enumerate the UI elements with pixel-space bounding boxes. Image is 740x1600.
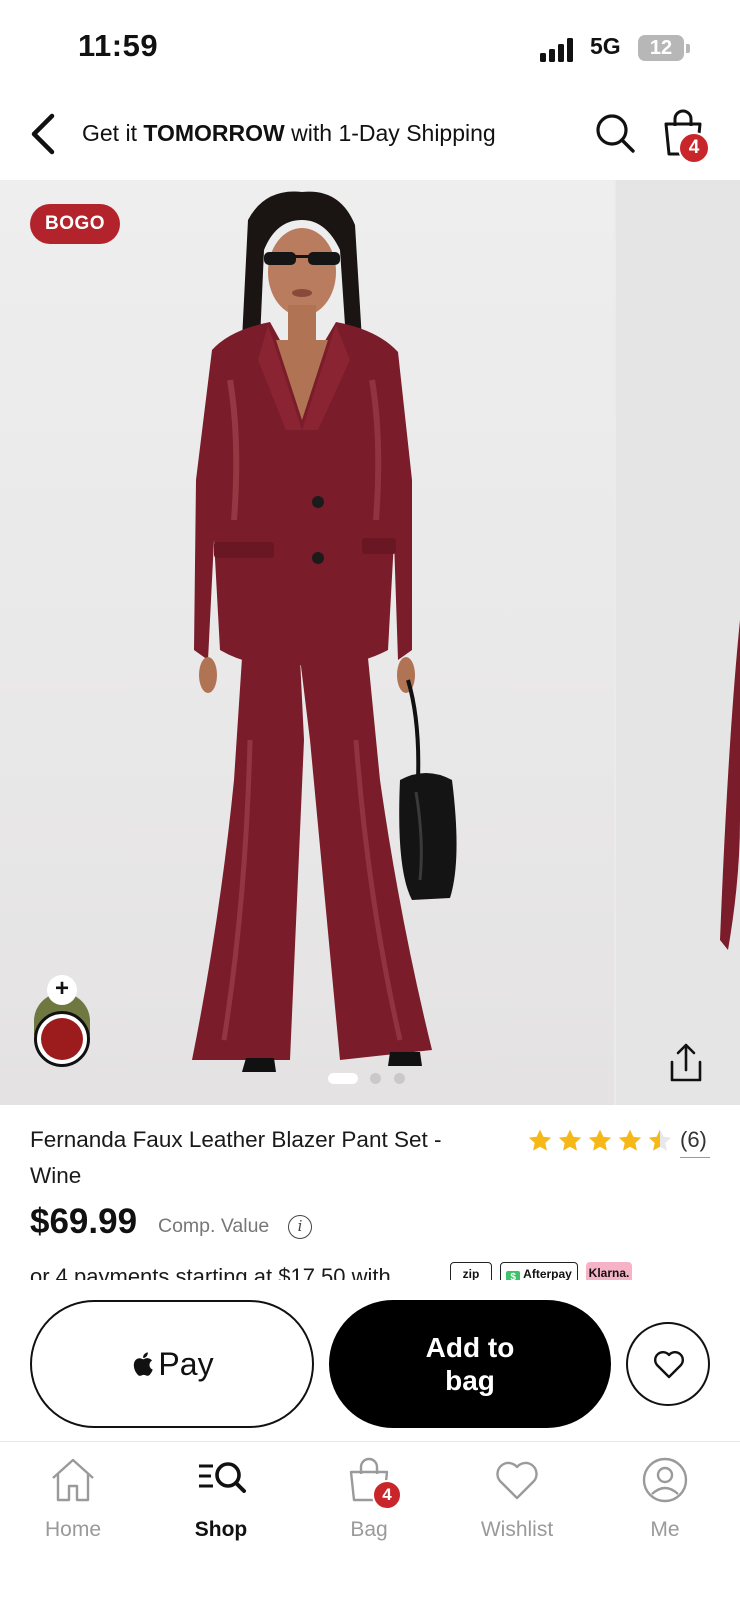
cellular-signal-icon xyxy=(540,38,580,62)
more-colors-plus-icon[interactable]: + xyxy=(47,975,77,1005)
tab-label-bag: Bag xyxy=(350,1518,388,1541)
zip-logo[interactable]: zip xyxy=(450,1262,492,1280)
shipping-prefix: Get it xyxy=(82,120,144,146)
tab-label-home: Home xyxy=(44,1518,102,1541)
bogo-badge: BOGO xyxy=(30,204,121,244)
star-full-icon xyxy=(558,1129,582,1151)
color-swatches: + xyxy=(30,975,94,1075)
back-arrow-icon[interactable] xyxy=(28,112,62,156)
review-count-underline xyxy=(680,1157,710,1158)
carousel-dot-1[interactable] xyxy=(328,1073,358,1084)
shipping-emphasis: TOMORROW xyxy=(143,120,285,146)
heart-icon xyxy=(496,1461,538,1500)
bag-count-badge: 4 xyxy=(678,132,710,164)
star-full-icon xyxy=(528,1129,552,1151)
product-price: $69.99 xyxy=(30,1202,138,1241)
product-page: 11:59 5G 12 Get it TOMORROW with 1-Day S… xyxy=(0,0,740,1600)
tab-wishlist[interactable]: Wishlist xyxy=(457,1456,577,1556)
product-image-next-peek[interactable] xyxy=(616,180,740,1105)
product-title: Fernanda Faux Leather Blazer Pant Set - … xyxy=(30,1127,442,1188)
product-image-gallery[interactable]: BOGO + xyxy=(0,180,740,1105)
heart-outline-icon xyxy=(654,1351,684,1379)
apple-pay-label: Pay xyxy=(158,1345,214,1382)
add-to-wishlist-button[interactable] xyxy=(626,1322,710,1406)
installment-payments-row[interactable]: or 4 payments starting at $17.50 with zi… xyxy=(0,1252,740,1280)
klarna-logo[interactable]: Klarna. xyxy=(586,1262,632,1280)
tab-bag[interactable]: Bag xyxy=(309,1456,429,1556)
add-to-bag-label: Add to bag xyxy=(425,1332,515,1396)
tab-shop[interactable]: Shop xyxy=(161,1456,281,1556)
afterpay-logo[interactable]: $ Afterpay xyxy=(500,1262,578,1280)
home-icon xyxy=(52,1458,94,1502)
apple-logo-icon xyxy=(134,1352,154,1376)
apple-pay-button[interactable]: Pay xyxy=(30,1300,314,1428)
add-to-bag-button[interactable]: Add to bag xyxy=(329,1300,611,1428)
status-time: 11:59 xyxy=(78,28,159,63)
installment-text: or 4 payments starting at $17.50 with xyxy=(30,1264,391,1280)
comp-value-label: Comp. Value xyxy=(158,1215,270,1237)
tab-me[interactable]: Me xyxy=(605,1456,725,1556)
afterpay-label: Afterpay xyxy=(523,1267,572,1280)
review-count[interactable]: (6) xyxy=(680,1127,707,1153)
carousel-dot-2[interactable] xyxy=(370,1073,381,1084)
model-photo xyxy=(192,191,457,1072)
status-bar: 11:59 5G 12 xyxy=(0,0,740,92)
info-icon[interactable]: i xyxy=(288,1215,312,1239)
tab-bag-count-badge: 4 xyxy=(372,1480,402,1510)
tab-label-shop: Shop xyxy=(194,1518,248,1541)
top-header: Get it TOMORROW with 1-Day Shipping 4 xyxy=(0,92,740,180)
shop-search-icon xyxy=(199,1462,246,1493)
star-half-icon xyxy=(648,1129,672,1151)
tab-home[interactable]: Home xyxy=(13,1456,133,1556)
next-image-sleeve xyxy=(720,620,740,950)
bottom-tab-bar: Home Shop Bag Wishlist Me xyxy=(0,1441,740,1600)
share-icon[interactable] xyxy=(666,1042,706,1084)
tab-label-me: Me xyxy=(650,1518,680,1541)
user-icon xyxy=(642,1457,688,1503)
tab-label-wishlist: Wishlist xyxy=(480,1518,554,1541)
shipping-banner: Get it TOMORROW with 1-Day Shipping xyxy=(82,120,496,147)
star-full-icon xyxy=(618,1129,642,1151)
shipping-suffix: with 1-Day Shipping xyxy=(284,120,496,146)
battery-cap xyxy=(686,44,690,53)
carousel-dot-3[interactable] xyxy=(394,1073,405,1084)
star-full-icon xyxy=(588,1129,612,1151)
network-type: 5G xyxy=(590,33,621,59)
swatch-wine-selected[interactable] xyxy=(34,1011,90,1067)
afterpay-mark-icon: $ xyxy=(506,1271,521,1280)
battery-icon: 12 xyxy=(638,35,684,61)
search-icon[interactable] xyxy=(594,112,636,154)
